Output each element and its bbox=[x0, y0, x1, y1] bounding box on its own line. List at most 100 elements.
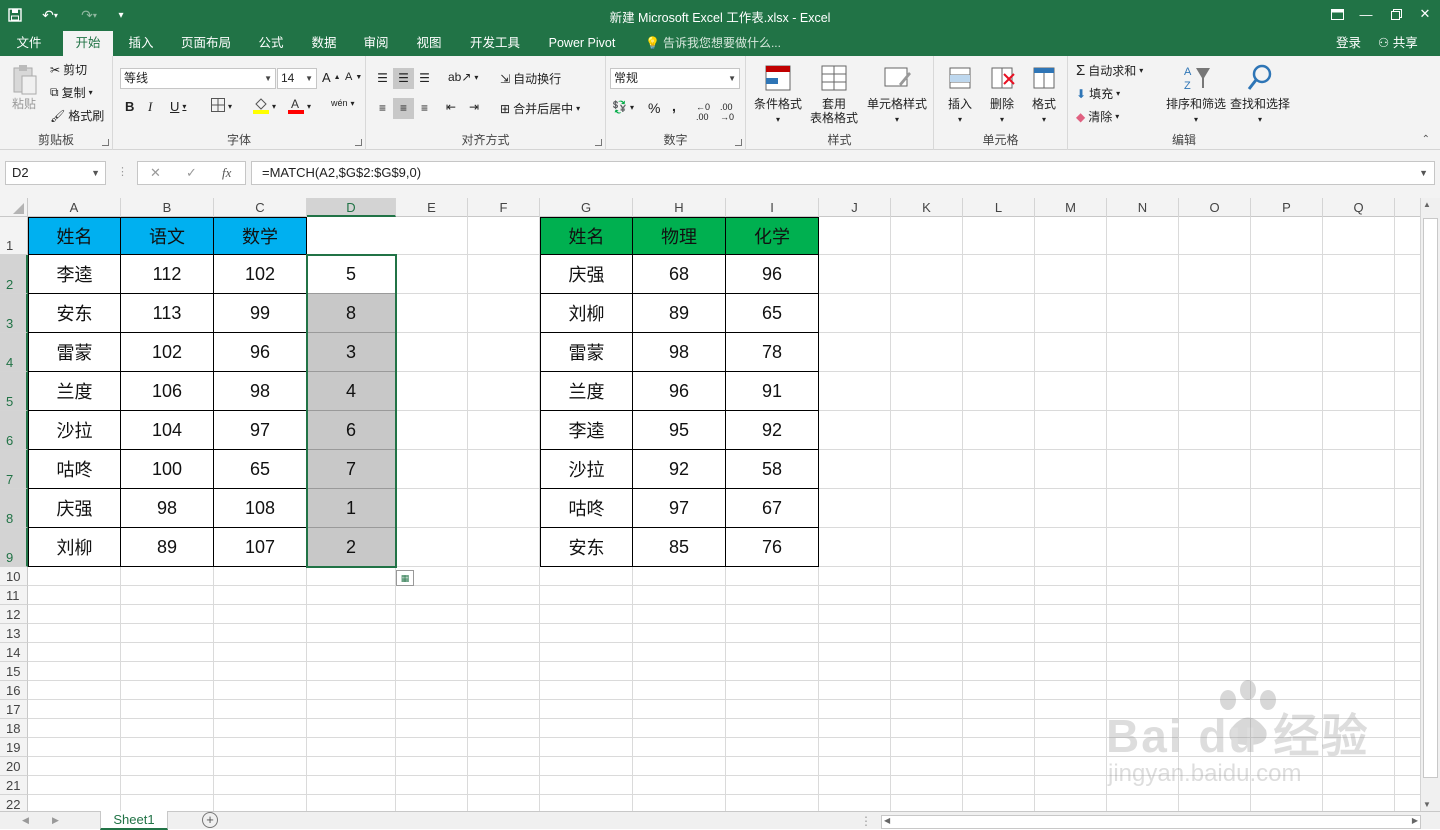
row-header-9[interactable]: 9 bbox=[0, 528, 28, 567]
column-header-o[interactable]: O bbox=[1179, 198, 1251, 217]
scroll-down-icon[interactable]: ▼ bbox=[1423, 800, 1431, 809]
sort-filter-button[interactable]: AZ 排序和筛选 ▾ bbox=[1164, 62, 1228, 127]
table-cell[interactable]: 65 bbox=[214, 450, 307, 489]
autosum-button[interactable]: Σ 自动求和 ▾ bbox=[1076, 62, 1143, 79]
shrink-font-button[interactable]: A ▼ bbox=[345, 71, 362, 83]
align-bottom-icon[interactable]: ☰ bbox=[414, 68, 435, 89]
column-header-g[interactable]: G bbox=[540, 198, 633, 217]
table-cell[interactable]: 102 bbox=[214, 255, 307, 294]
borders-button[interactable]: ▾ bbox=[211, 98, 232, 115]
table-cell[interactable]: 92 bbox=[726, 411, 819, 450]
row-header-3[interactable]: 3 bbox=[0, 294, 28, 333]
row-header-20[interactable]: 20 bbox=[0, 757, 28, 776]
enter-icon[interactable]: ✓ bbox=[186, 165, 197, 181]
table-cell[interactable]: 113 bbox=[121, 294, 214, 333]
number-format-box[interactable]: 常规 ▼ bbox=[610, 68, 740, 89]
table-cell[interactable]: 庆强 bbox=[540, 255, 633, 294]
tab-file[interactable]: 文件 bbox=[6, 31, 52, 56]
match-result-cell[interactable]: 7 bbox=[307, 450, 396, 489]
insert-cells-button[interactable]: 插入 ▾ bbox=[940, 62, 980, 127]
table-cell[interactable]: 雷蒙 bbox=[28, 333, 121, 372]
font-launcher-icon[interactable] bbox=[355, 139, 362, 146]
ribbon-display-icon[interactable] bbox=[1324, 3, 1350, 25]
close-icon[interactable]: ✕ bbox=[1412, 3, 1438, 25]
row-header-15[interactable]: 15 bbox=[0, 662, 28, 681]
row-header-11[interactable]: 11 bbox=[0, 586, 28, 605]
table-cell[interactable]: 98 bbox=[121, 489, 214, 528]
fill-color-button[interactable]: ▾ bbox=[253, 96, 276, 117]
tab-formulas[interactable]: 公式 bbox=[250, 31, 292, 56]
column-header-h[interactable]: H bbox=[633, 198, 726, 217]
decrease-indent-button[interactable]: ⇤ bbox=[446, 100, 456, 114]
column-header-l[interactable]: L bbox=[963, 198, 1035, 217]
row-header-13[interactable]: 13 bbox=[0, 624, 28, 643]
table-cell[interactable]: 庆强 bbox=[28, 489, 121, 528]
name-box[interactable]: D2 ▼ bbox=[5, 161, 106, 185]
row-header-8[interactable]: 8 bbox=[0, 489, 28, 528]
clear-button[interactable]: ◆ 清除 ▾ bbox=[1076, 108, 1119, 125]
header-cell[interactable]: 姓名 bbox=[540, 217, 633, 255]
scroll-right-icon[interactable]: ▶ bbox=[1412, 816, 1418, 825]
fill-button[interactable]: ⬇ 填充 ▾ bbox=[1076, 85, 1120, 102]
underline-button[interactable]: U ▾ bbox=[170, 99, 186, 114]
table-cell[interactable]: 96 bbox=[214, 333, 307, 372]
bold-button[interactable]: B bbox=[125, 99, 134, 114]
font-color-button[interactable]: A ▾ bbox=[288, 96, 311, 117]
table-cell[interactable]: 沙拉 bbox=[28, 411, 121, 450]
table-cell[interactable]: 96 bbox=[726, 255, 819, 294]
tab-data[interactable]: 数据 bbox=[303, 31, 345, 56]
column-header-f[interactable]: F bbox=[468, 198, 540, 217]
column-header-q[interactable]: Q bbox=[1323, 198, 1395, 217]
header-cell[interactable]: 物理 bbox=[633, 217, 726, 255]
table-cell[interactable]: 咕咚 bbox=[28, 450, 121, 489]
horizontal-scrollbar[interactable]: ◀ ▶ bbox=[881, 815, 1421, 829]
column-header-p[interactable]: P bbox=[1251, 198, 1323, 217]
tab-view[interactable]: 视图 bbox=[408, 31, 450, 56]
tab-page-layout[interactable]: 页面布局 bbox=[173, 31, 239, 56]
minimize-icon[interactable]: — bbox=[1353, 3, 1379, 25]
match-result-cell[interactable]: 8 bbox=[307, 294, 396, 333]
tab-review[interactable]: 审阅 bbox=[355, 31, 397, 56]
row-header-21[interactable]: 21 bbox=[0, 776, 28, 795]
column-header-j[interactable]: J bbox=[819, 198, 891, 217]
table-cell[interactable]: 兰度 bbox=[28, 372, 121, 411]
column-header-e[interactable]: E bbox=[396, 198, 468, 217]
font-size-box[interactable]: 14 ▼ bbox=[277, 68, 317, 89]
sign-in-link[interactable]: 登录 bbox=[1336, 31, 1361, 56]
row-header-17[interactable]: 17 bbox=[0, 700, 28, 719]
table-cell[interactable]: 91 bbox=[726, 372, 819, 411]
match-result-cell[interactable]: 4 bbox=[307, 372, 396, 411]
row-header-14[interactable]: 14 bbox=[0, 643, 28, 662]
match-result-cell[interactable]: 6 bbox=[307, 411, 396, 450]
table-cell[interactable]: 104 bbox=[121, 411, 214, 450]
header-cell[interactable]: 化学 bbox=[726, 217, 819, 255]
column-header-n[interactable]: N bbox=[1107, 198, 1179, 217]
table-cell[interactable]: 112 bbox=[121, 255, 214, 294]
tab-home[interactable]: 开始 bbox=[63, 31, 113, 56]
row-header-7[interactable]: 7 bbox=[0, 450, 28, 489]
table-cell[interactable]: 99 bbox=[214, 294, 307, 333]
font-name-box[interactable]: 等线 ▼ bbox=[120, 68, 276, 89]
table-cell[interactable]: 68 bbox=[633, 255, 726, 294]
row-header-22[interactable]: 22 bbox=[0, 795, 28, 811]
table-cell[interactable]: 108 bbox=[214, 489, 307, 528]
table-cell[interactable]: 78 bbox=[726, 333, 819, 372]
table-cell[interactable]: 刘柳 bbox=[540, 294, 633, 333]
column-header-i[interactable]: I bbox=[726, 198, 819, 217]
sheet-tab-sheet1[interactable]: Sheet1 bbox=[100, 811, 168, 830]
increase-decimal-icon[interactable]: ←0.00 bbox=[696, 102, 710, 122]
table-cell[interactable]: 100 bbox=[121, 450, 214, 489]
cell-d1[interactable] bbox=[307, 217, 396, 255]
percent-button[interactable]: % bbox=[648, 100, 660, 116]
column-header-d[interactable]: D bbox=[307, 198, 396, 217]
table-cell[interactable]: 89 bbox=[633, 294, 726, 333]
table-cell[interactable]: 98 bbox=[633, 333, 726, 372]
table-cell[interactable]: 98 bbox=[214, 372, 307, 411]
header-cell[interactable]: 数学 bbox=[214, 217, 307, 255]
tab-insert[interactable]: 插入 bbox=[120, 31, 162, 56]
table-cell[interactable]: 刘柳 bbox=[28, 528, 121, 567]
table-cell[interactable]: 89 bbox=[121, 528, 214, 567]
copy-button[interactable]: ⧉ 复制 ▾ bbox=[50, 84, 93, 101]
tell-me-box[interactable]: 💡 告诉我您想要做什么... bbox=[645, 31, 781, 56]
row-header-12[interactable]: 12 bbox=[0, 605, 28, 624]
